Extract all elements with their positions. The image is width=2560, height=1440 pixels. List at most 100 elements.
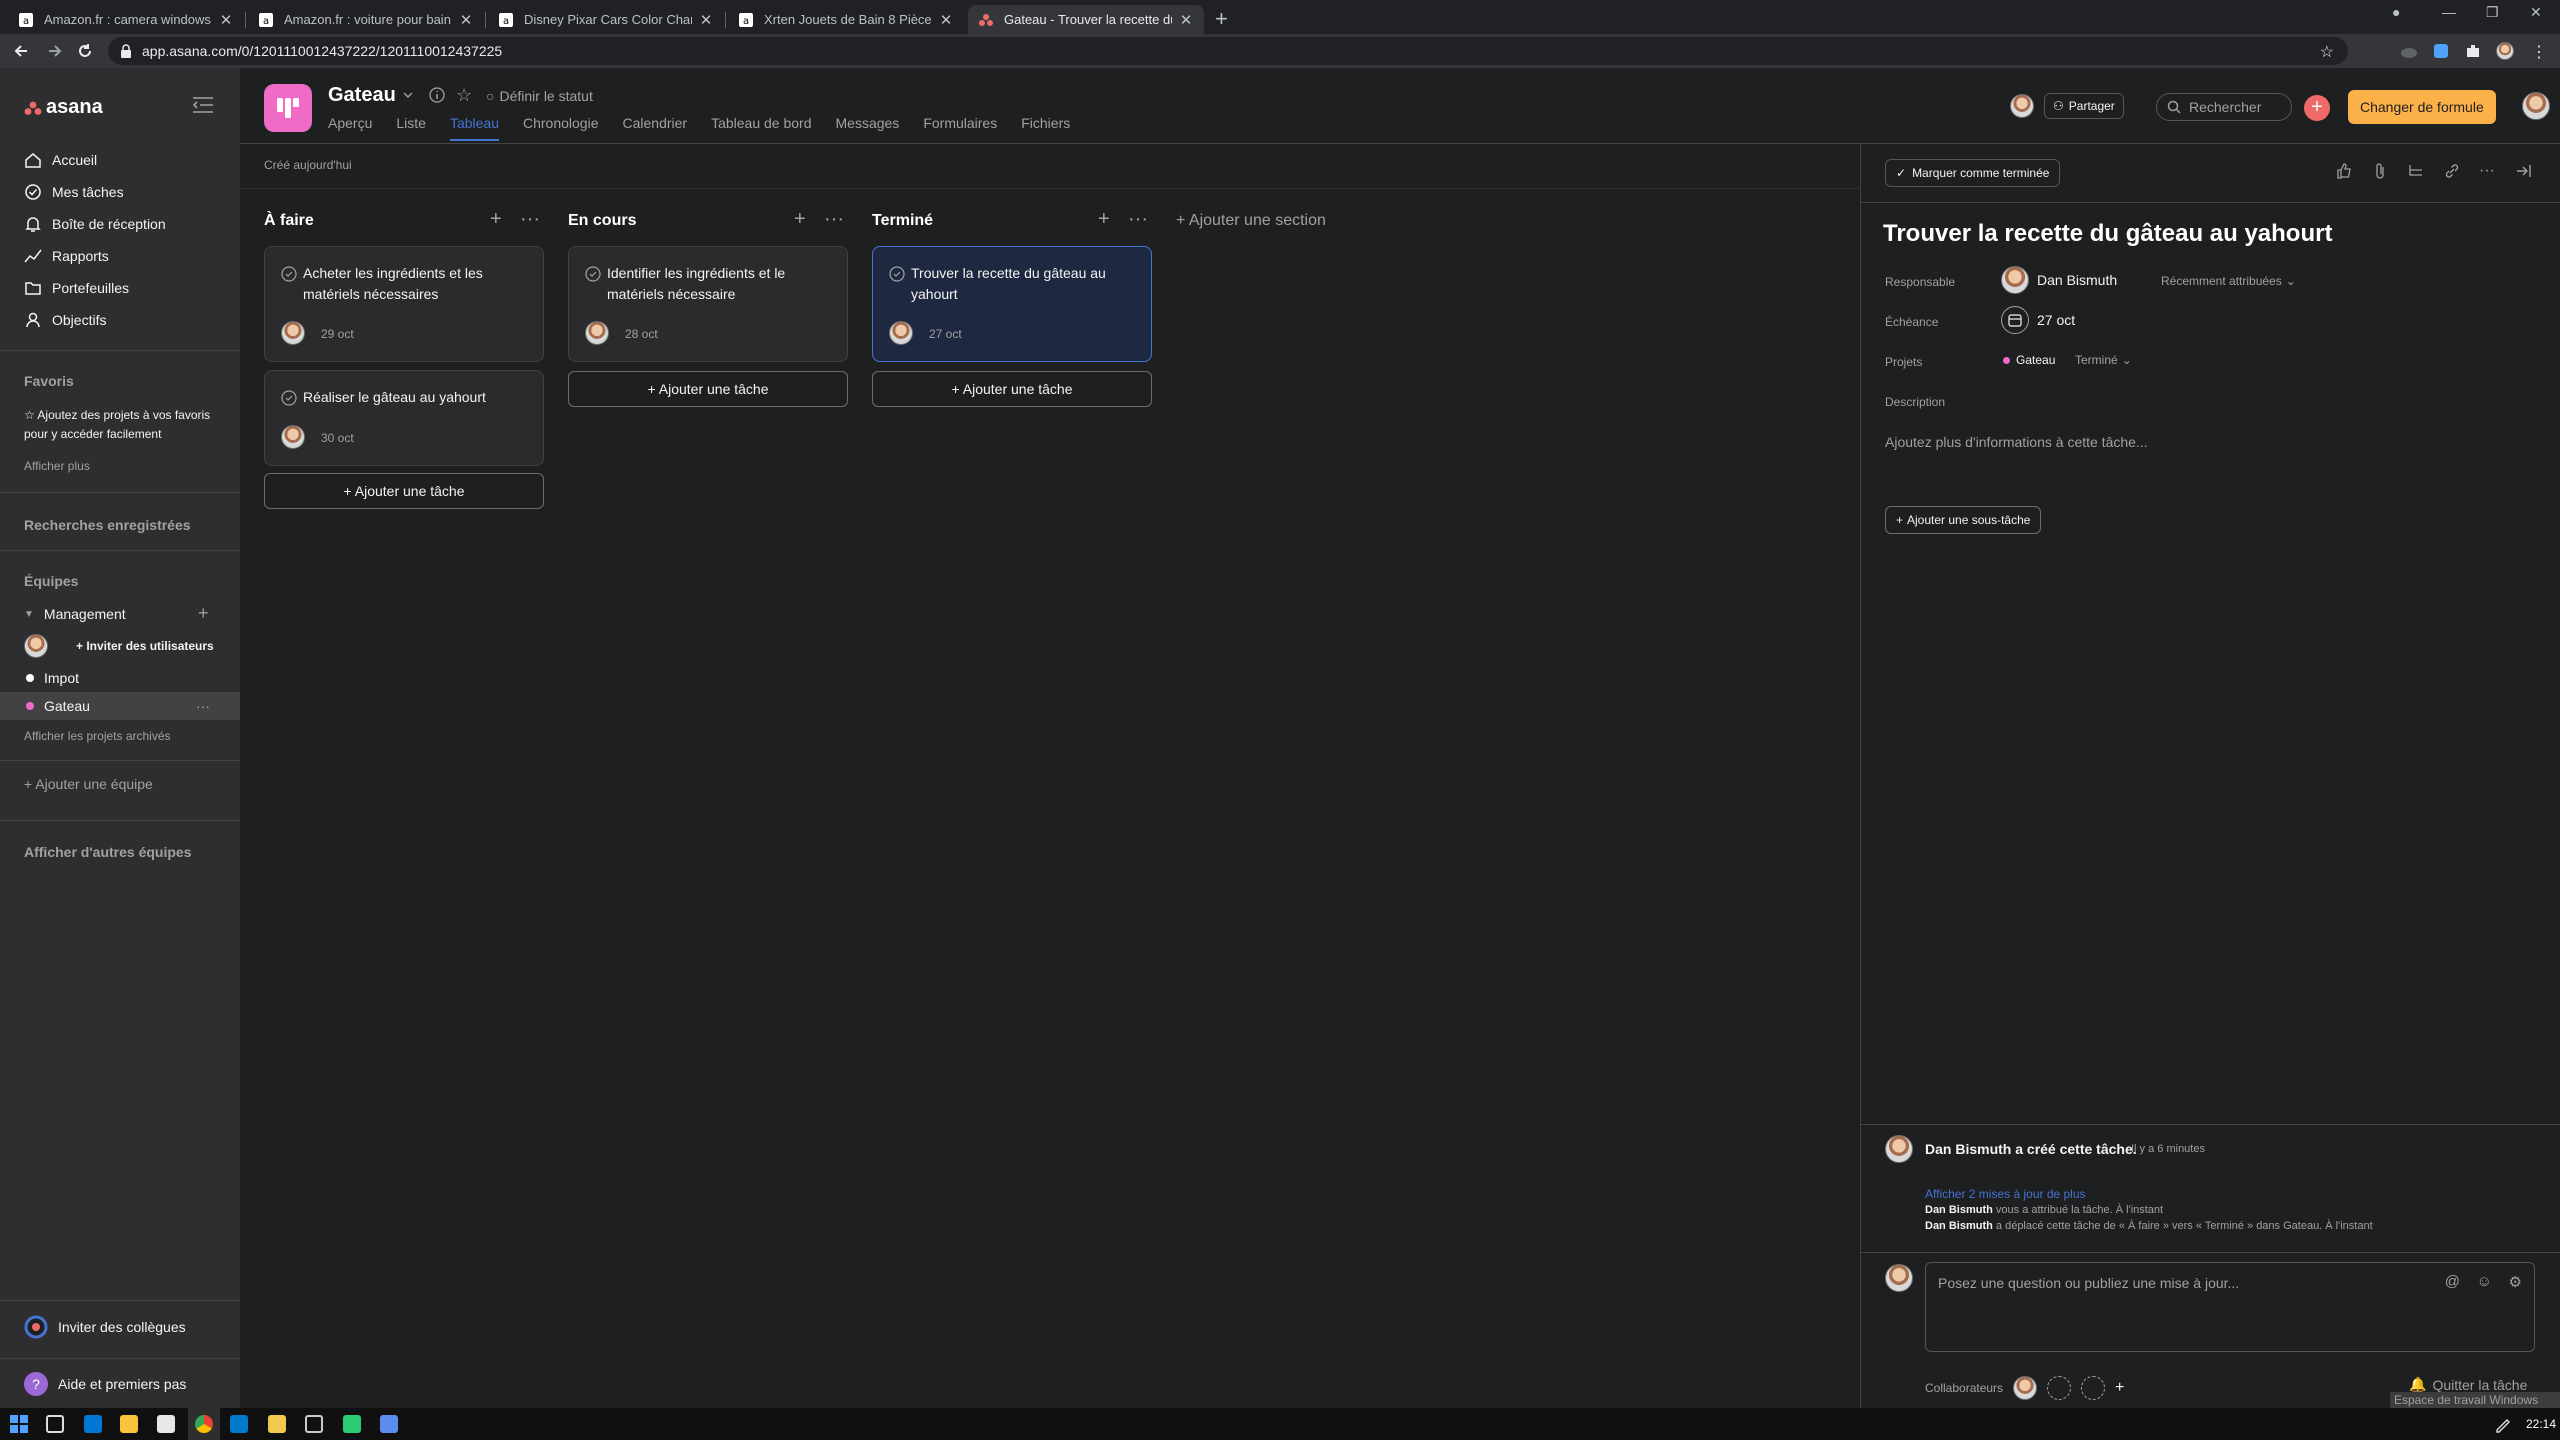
vscode-icon[interactable]: [230, 1415, 248, 1433]
add-team-link[interactable]: + Ajouter une équipe: [24, 776, 153, 792]
sidebar-item-my-tasks[interactable]: Mes tâches: [24, 183, 124, 201]
browser-tab[interactable]: a Xrten Jouets de Bain 8 Pièces, Cars ✕: [728, 5, 964, 34]
check-circle-icon[interactable]: [889, 266, 905, 282]
search-input[interactable]: Rechercher: [2156, 93, 2292, 121]
reload-icon[interactable]: [74, 40, 96, 62]
sidebar-item-home[interactable]: Accueil: [24, 151, 97, 169]
browser-tab[interactable]: a Amazon.fr : camera windows hello ✕: [8, 5, 244, 34]
close-panel-icon[interactable]: [2515, 162, 2535, 182]
set-status-button[interactable]: ○ Définir le statut: [486, 88, 593, 104]
add-task-button[interactable]: + Ajouter une tâche: [872, 371, 1152, 407]
chrome-taskbar-button[interactable]: [188, 1408, 220, 1440]
sidebar-project-impot[interactable]: Impot: [0, 664, 240, 692]
add-collaborator-icon[interactable]: [2047, 1376, 2072, 1400]
invite-users-link[interactable]: + Inviter des utilisateurs: [76, 639, 214, 653]
tab-forms[interactable]: Formulaires: [923, 115, 997, 141]
assignee-avatar[interactable]: [585, 321, 609, 345]
file-explorer-icon[interactable]: [120, 1415, 138, 1433]
more-options-icon[interactable]: ···: [2479, 162, 2499, 182]
help-button[interactable]: ? Aide et premiers pas: [24, 1372, 186, 1396]
like-icon[interactable]: [2335, 162, 2355, 182]
share-button[interactable]: ⚇ Partager: [2044, 93, 2124, 119]
close-icon[interactable]: ✕: [698, 11, 714, 29]
favorites-heading[interactable]: Favoris: [24, 373, 74, 389]
assignee-avatar[interactable]: [281, 321, 305, 345]
puzzle-extensions-icon[interactable]: [2464, 42, 2482, 60]
subtask-icon[interactable]: [2407, 162, 2427, 182]
address-bar[interactable]: app.asana.com/0/1201110012437222/1201110…: [108, 37, 2348, 65]
add-task-button[interactable]: + Ajouter une tâche: [264, 473, 544, 509]
team-management[interactable]: ▼ Management: [24, 606, 126, 622]
sidebar-item-goals[interactable]: Objectifs: [24, 311, 106, 329]
avatar[interactable]: [24, 634, 48, 658]
app-icon[interactable]: [343, 1415, 361, 1433]
avatar[interactable]: [2010, 94, 2034, 118]
quick-add-button[interactable]: +: [2304, 95, 2330, 121]
task-card[interactable]: Acheter les ingrédients et les matériels…: [264, 246, 544, 362]
page-title[interactable]: Gateau: [328, 84, 396, 107]
task-view-icon[interactable]: [46, 1415, 64, 1433]
leave-task-button[interactable]: 🔔 Quitter la tâche: [2409, 1376, 2527, 1393]
user-avatar[interactable]: [2522, 92, 2550, 120]
settings-icon[interactable]: ⚙: [2509, 1273, 2522, 1291]
app-icon[interactable]: [380, 1415, 398, 1433]
saved-searches-heading[interactable]: Recherches enregistrées: [24, 517, 191, 533]
description-input[interactable]: Ajoutez plus d'informations à cette tâch…: [1885, 434, 2148, 450]
show-more-link[interactable]: Afficher plus: [24, 459, 90, 473]
column-title[interactable]: À faire: [264, 212, 314, 230]
check-circle-icon[interactable]: [585, 266, 601, 282]
assignee-avatar[interactable]: [281, 425, 305, 449]
sidebar-project-gateau[interactable]: Gateau ···: [0, 692, 240, 720]
add-task-plus-icon[interactable]: +: [794, 208, 806, 231]
check-circle-icon[interactable]: [281, 266, 297, 282]
more-options-icon[interactable]: ···: [520, 208, 540, 231]
more-options-icon[interactable]: ···: [1128, 208, 1148, 231]
close-icon[interactable]: ✕: [938, 11, 954, 29]
recent-assigned-dropdown[interactable]: Récemment attribuées ⌄: [2161, 274, 2296, 288]
assignee-field[interactable]: Dan Bismuth: [2001, 266, 2117, 294]
add-collaborator-icon[interactable]: [2081, 1376, 2106, 1400]
due-date-field[interactable]: 27 oct: [2001, 306, 2075, 334]
close-icon[interactable]: ✕: [1178, 11, 1194, 29]
window-close-icon[interactable]: ✕: [2530, 4, 2542, 21]
asana-logo[interactable]: asana: [24, 96, 103, 119]
tab-overview[interactable]: Aperçu: [328, 115, 372, 141]
more-options-icon[interactable]: ···: [824, 208, 844, 231]
tab-list[interactable]: Liste: [396, 115, 426, 141]
terminal-icon[interactable]: [305, 1415, 323, 1433]
browser-profile-avatar[interactable]: [2496, 42, 2514, 60]
column-title[interactable]: En cours: [568, 212, 636, 230]
store-icon[interactable]: [157, 1415, 175, 1433]
link-icon[interactable]: [2443, 162, 2463, 182]
bookmark-star-icon[interactable]: ☆: [2320, 42, 2334, 62]
restore-icon[interactable]: ❐: [2486, 4, 2499, 21]
back-icon[interactable]: [10, 40, 32, 62]
attachment-icon[interactable]: [2371, 162, 2391, 182]
task-title[interactable]: Trouver la recette du gâteau au yahourt: [1883, 220, 2332, 248]
outlook-icon[interactable]: [84, 1415, 102, 1433]
comment-input[interactable]: Posez une question ou publiez une mise à…: [1925, 1262, 2535, 1352]
add-section-button[interactable]: + Ajouter une section: [1176, 212, 1326, 230]
browser-tab-active[interactable]: Gateau - Trouver la recette du gâteau ✕: [968, 5, 1204, 34]
task-card[interactable]: Identifier les ingrédients et le matérie…: [568, 246, 848, 362]
tab-files[interactable]: Fichiers: [1021, 115, 1070, 141]
task-card[interactable]: Réaliser le gâteau au yahourt 30 oct: [264, 370, 544, 466]
more-options-icon[interactable]: ···: [196, 698, 210, 714]
star-icon[interactable]: ☆: [456, 85, 472, 106]
sidebar-item-inbox[interactable]: Boîte de réception: [24, 215, 166, 233]
add-team-member-icon[interactable]: +: [198, 603, 209, 624]
add-subtask-button[interactable]: + Ajouter une sous-tâche: [1885, 506, 2042, 534]
cloud-extension-icon[interactable]: [2400, 42, 2418, 60]
extension-icon[interactable]: [2432, 42, 2450, 60]
collapse-sidebar-icon[interactable]: [192, 96, 214, 114]
tab-calendar[interactable]: Calendrier: [622, 115, 687, 141]
invite-colleagues-button[interactable]: Inviter des collègues: [24, 1315, 186, 1339]
info-icon[interactable]: [428, 86, 446, 104]
upgrade-button[interactable]: Changer de formule: [2348, 90, 2496, 124]
project-tag[interactable]: Gateau: [2003, 353, 2055, 367]
browser-tab[interactable]: a Disney Pixar Cars Color Changers ✕: [488, 5, 724, 34]
check-circle-icon[interactable]: [281, 390, 297, 406]
chevron-down-icon[interactable]: [402, 89, 414, 101]
browser-tab[interactable]: a Amazon.fr : voiture pour bain car ✕: [248, 5, 484, 34]
plus-icon[interactable]: +: [2115, 1379, 2124, 1397]
